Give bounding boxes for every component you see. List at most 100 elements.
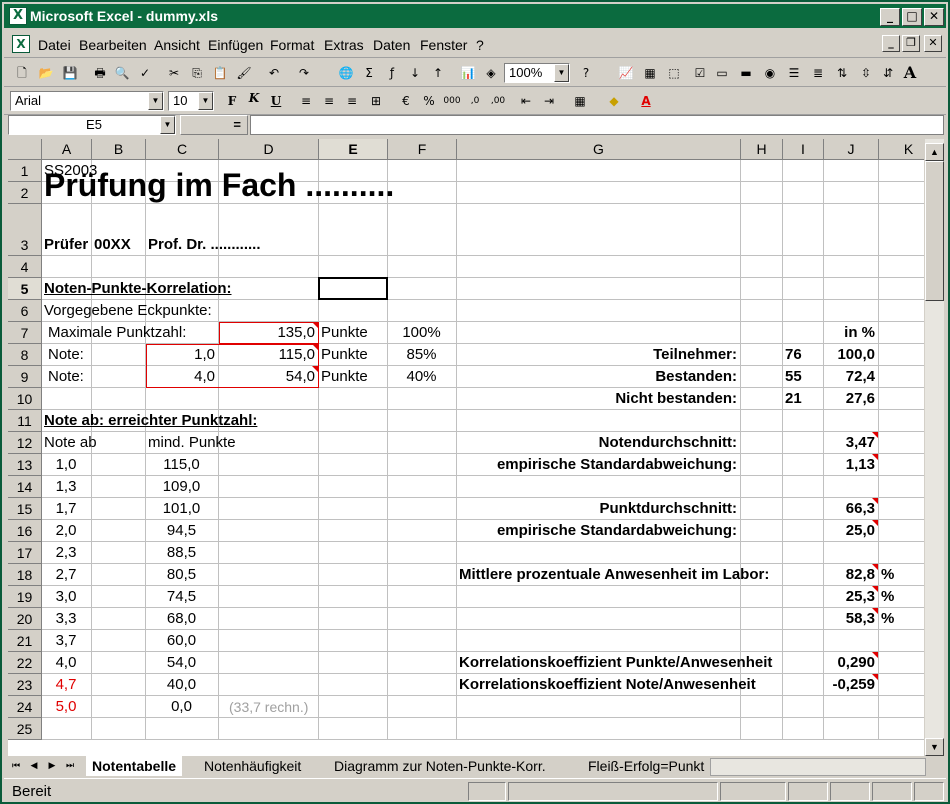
cell-j15[interactable]: 66,3: [826, 500, 875, 518]
spinner-control-icon[interactable]: ⇵: [878, 63, 898, 83]
cut-icon[interactable]: ✂: [164, 63, 184, 83]
help-icon[interactable]: ?: [576, 63, 596, 83]
column-header-k[interactable]: K: [879, 139, 924, 160]
align-right-icon[interactable]: ≡: [342, 91, 362, 111]
cell-a2[interactable]: Prüfung im Fach ..........: [44, 167, 453, 203]
cell-a6[interactable]: Vorgegebene Eckpunkte:: [44, 302, 215, 320]
format-painter-icon[interactable]: 🖌: [234, 63, 254, 83]
cell-j16[interactable]: 25,0: [826, 522, 875, 540]
function-icon[interactable]: ƒ: [382, 63, 402, 83]
cell-c16[interactable]: 94,5: [148, 522, 215, 540]
increase-decimal-icon[interactable]: ,0: [465, 91, 485, 111]
italic-icon[interactable]: K: [244, 91, 264, 111]
select-all-corner[interactable]: [8, 139, 42, 160]
zoom-select[interactable]: 100% ▼: [504, 63, 570, 83]
align-center-icon[interactable]: ≡: [319, 91, 339, 111]
menu-help[interactable]: ?: [476, 37, 484, 53]
doc-minimize-button[interactable]: _: [882, 35, 900, 52]
cell-j12[interactable]: 3,47: [826, 434, 875, 452]
toggle-control-icon[interactable]: ⇅: [832, 63, 852, 83]
cell-f9[interactable]: 40%: [390, 368, 453, 386]
name-box[interactable]: E5 ▼: [8, 115, 176, 135]
row-header-17[interactable]: 17: [8, 542, 42, 564]
decrease-indent-icon[interactable]: ⇤: [516, 91, 536, 111]
design-mode-icon[interactable]: ⬚: [664, 63, 684, 83]
row-header-10[interactable]: 10: [8, 388, 42, 410]
undo-icon[interactable]: ↶: [264, 63, 284, 83]
borders-icon[interactable]: ▦: [570, 91, 590, 111]
cell-c20[interactable]: 68,0: [148, 610, 215, 628]
cell-g9[interactable]: Bestanden:: [459, 368, 737, 386]
font-select[interactable]: Arial ▼: [10, 91, 164, 111]
row-header-12[interactable]: 12: [8, 432, 42, 454]
cell-a16[interactable]: 2,0: [44, 522, 88, 540]
menu-datei[interactable]: Datei: [38, 37, 71, 53]
cell-g16[interactable]: empirische Standardabweichung:: [459, 522, 737, 540]
cell-b3[interactable]: 00XX: [94, 236, 131, 254]
cell-c19[interactable]: 74,5: [148, 588, 215, 606]
cell-j20[interactable]: 58,3: [826, 610, 875, 628]
doc-close-button[interactable]: ✕: [924, 35, 942, 52]
formula-input[interactable]: [250, 115, 944, 135]
sheet-tab-notentabelle[interactable]: Notentabelle: [86, 756, 183, 776]
row-header-19[interactable]: 19: [8, 586, 42, 608]
spellcheck-icon[interactable]: ✓: [135, 63, 155, 83]
cell-k18[interactable]: %: [881, 566, 894, 584]
row-header-14[interactable]: 14: [8, 476, 42, 498]
cell-j7[interactable]: in %: [826, 324, 875, 342]
scroll-thumb[interactable]: [925, 161, 944, 301]
column-header-h[interactable]: H: [741, 139, 783, 160]
column-header-d[interactable]: D: [219, 139, 319, 160]
cell-a23[interactable]: 4,7: [44, 676, 88, 694]
currency-icon[interactable]: €: [396, 91, 416, 111]
cell-a14[interactable]: 1,3: [44, 478, 88, 496]
scroll-down-icon[interactable]: ▼: [925, 738, 944, 756]
cell-a9[interactable]: Note:: [44, 368, 88, 386]
hyperlink-icon[interactable]: 🌐: [336, 63, 356, 83]
cell-i8[interactable]: 76: [785, 346, 802, 364]
cell-k20[interactable]: %: [881, 610, 894, 628]
row-header-4[interactable]: 4: [8, 256, 42, 278]
menu-bearbeiten[interactable]: Bearbeiten: [79, 37, 147, 53]
row-header-20[interactable]: 20: [8, 608, 42, 630]
cell-c14[interactable]: 109,0: [148, 478, 215, 496]
cell-j19[interactable]: 25,3: [826, 588, 875, 606]
bold-icon[interactable]: F: [222, 91, 242, 111]
radio-control-icon[interactable]: ◉: [760, 63, 780, 83]
align-left-icon[interactable]: ≡: [296, 91, 316, 111]
row-header-7[interactable]: 7: [8, 322, 42, 344]
row-header-3[interactable]: 3: [8, 204, 42, 256]
print-icon[interactable]: 🖶: [90, 63, 110, 83]
cell-a24[interactable]: 5,0: [44, 698, 88, 716]
cell-e9[interactable]: Punkte: [321, 368, 368, 386]
cell-j22[interactable]: 0,290: [826, 654, 875, 672]
row-header-24[interactable]: 24: [8, 696, 42, 718]
chevron-down-icon[interactable]: ▼: [554, 64, 569, 82]
menu-ansicht[interactable]: Ansicht: [154, 37, 200, 53]
column-header-c[interactable]: C: [146, 139, 219, 160]
cell-a13[interactable]: 1,0: [44, 456, 88, 474]
horizontal-scrollbar[interactable]: [710, 758, 926, 776]
cell-a12[interactable]: Note ab: [44, 434, 97, 452]
drawing-icon[interactable]: ◈: [481, 63, 501, 83]
row-header-1[interactable]: 1: [8, 160, 42, 182]
redo-icon[interactable]: ↷: [294, 63, 314, 83]
cell-g10[interactable]: Nicht bestanden:: [459, 390, 737, 408]
sheet-tab-notenhaeufigkeit[interactable]: Notenhäufigkeit: [198, 756, 307, 776]
cell-g18[interactable]: Mittlere prozentuale Anwesenheit im Labo…: [459, 566, 769, 584]
row-header-23[interactable]: 23: [8, 674, 42, 696]
column-header-b[interactable]: B: [92, 139, 146, 160]
cell-a15[interactable]: 1,7: [44, 500, 88, 518]
active-cell-cursor[interactable]: [318, 277, 388, 300]
cell-g23[interactable]: Korrelationskoeffizient Note/Anwesenheit: [459, 676, 756, 694]
cell-c15[interactable]: 101,0: [148, 500, 215, 518]
cell-f7[interactable]: 100%: [390, 324, 453, 342]
sort-asc-icon[interactable]: ↓: [405, 63, 425, 83]
cell-g8[interactable]: Teilnehmer:: [459, 346, 737, 364]
percent-icon[interactable]: %: [419, 91, 439, 111]
open-icon[interactable]: 📂: [36, 63, 56, 83]
chart-type-icon[interactable]: 📈: [616, 63, 636, 83]
chevron-down-icon[interactable]: ▼: [160, 116, 175, 134]
button-control-icon[interactable]: ▬: [736, 63, 756, 83]
row-header-9[interactable]: 9: [8, 366, 42, 388]
